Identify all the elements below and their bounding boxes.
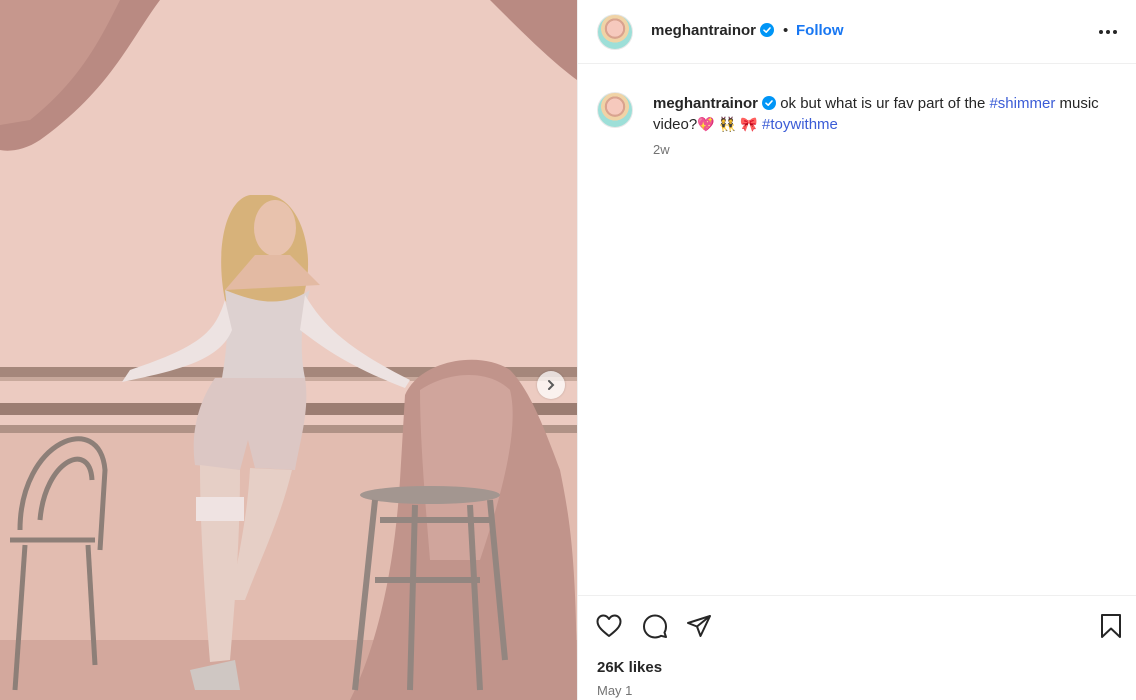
emoji-heart: 💖 [697,116,715,132]
caption-username[interactable]: meghantrainor [653,95,758,112]
post-media[interactable] [0,0,577,700]
emoji-dancers: 👯 [718,116,737,132]
more-options-icon [1099,30,1117,34]
header-username[interactable]: meghantrainor [651,22,775,39]
caption-timestamp[interactable]: 2w [653,142,670,157]
hashtag-link[interactable]: #toywithme [762,116,838,133]
verified-badge-icon [762,96,777,110]
post-photo [0,0,577,700]
likes-count[interactable]: 26K likes [597,659,662,676]
post-actions: 26K likes May 1 [578,595,1136,700]
next-slide-button[interactable] [537,371,565,399]
caption-avatar[interactable] [597,92,633,128]
caption-body-1: ok but what is ur fav part of the [780,95,986,112]
avatar[interactable] [597,14,633,50]
save-button[interactable] [1097,612,1125,640]
share-button[interactable] [685,612,713,640]
follow-button[interactable]: Follow [796,22,844,39]
bookmark-icon [1101,614,1121,638]
share-icon [687,615,711,637]
like-button[interactable] [595,612,623,640]
separator-dot: • [783,22,789,39]
comment-button[interactable] [641,612,669,640]
more-options-button[interactable] [1096,22,1120,42]
username-text[interactable]: meghantrainor [651,22,756,39]
post-date[interactable]: May 1 [597,683,632,698]
heart-icon [596,614,622,637]
verified-badge-icon [760,23,775,37]
caption-text: meghantrainor ok but what is ur fav part… [653,93,1123,135]
post-sidebar: meghantrainor • Follow meghantrainor ok … [577,0,1136,700]
emoji-ribbon: 🎀 [740,116,758,132]
hashtag-link[interactable]: #shimmer [989,95,1055,112]
chevron-right-icon [548,380,555,390]
post-header: meghantrainor • Follow [578,0,1136,64]
comment-icon [643,614,667,639]
